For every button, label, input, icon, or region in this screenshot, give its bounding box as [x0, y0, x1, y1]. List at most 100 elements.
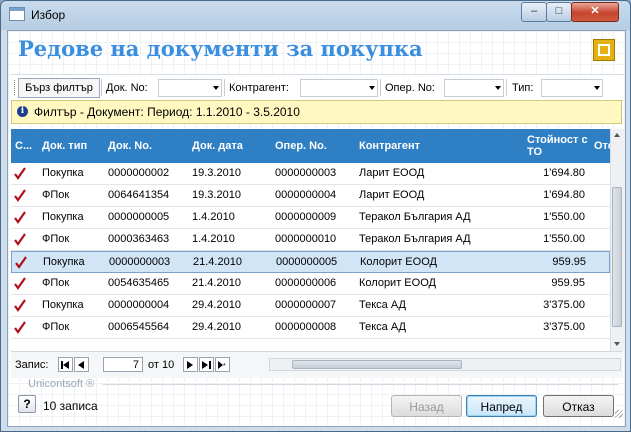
new-record-icon: *: [218, 361, 226, 369]
table-row[interactable]: ФПок 0064641354 19.3.2010 0000000004 Ларит Е…: [11, 185, 610, 207]
cell-op-no: 0000000007: [275, 299, 337, 311]
filter-toolbar: Бърз филтър Док. No: Контрагент: Опер. N…: [11, 74, 623, 101]
last-record-icon: [202, 361, 211, 369]
op-no-label: Опер. No:: [385, 82, 435, 94]
cell-op-no: 0000000009: [275, 211, 337, 223]
doc-no-combo[interactable]: [158, 79, 222, 97]
brand-label: Unicontsoft ®: [28, 378, 95, 390]
cell-doc-type: ФПок: [42, 189, 70, 201]
cell-doc-type: ФПок: [42, 233, 70, 245]
cell-doc-date: 21.4.2010: [192, 277, 241, 289]
cell-doc-type: ФПок: [42, 321, 70, 333]
last-record-button[interactable]: [199, 357, 214, 372]
cell-op-no: 0000000008: [275, 321, 337, 333]
cell-doc-type: Покупка: [42, 299, 84, 311]
filter-info-text: Филтър - Документ: Период: 1.1.2010 - 3.…: [34, 105, 300, 119]
help-icon: ?: [23, 397, 31, 411]
table-row[interactable]: ФПок 0054635465 21.4.2010 0000000006 Колорит…: [11, 273, 610, 295]
check-icon: [14, 299, 26, 312]
cell-op-no: 0000000010: [275, 233, 337, 245]
cancel-button[interactable]: Отказ: [543, 395, 614, 417]
back-button[interactable]: Назад: [391, 395, 462, 417]
chevron-down-icon: [495, 86, 501, 90]
table-row[interactable]: Покупка 0000000004 29.4.2010 0000000007 Текс…: [11, 295, 610, 317]
check-icon: [15, 256, 27, 269]
cell-doc-date: 19.3.2010: [192, 167, 241, 179]
scroll-up-icon[interactable]: [614, 133, 620, 137]
cell-doc-type: Покупка: [42, 167, 84, 179]
dialog-window: Избор – □ ✕ Редове на документи за покуп…: [0, 0, 631, 432]
cell-op-no: 0000000006: [275, 277, 337, 289]
next-button[interactable]: Напред: [466, 395, 537, 417]
cell-doc-date: 1.4.2010: [192, 211, 235, 223]
table-row[interactable]: Покупка 0000000002 19.3.2010 0000000003 Лари…: [11, 163, 610, 185]
column-header-value[interactable]: Стойност с ТО: [523, 129, 589, 163]
cell-op-no: 0000000004: [275, 189, 337, 201]
cell-op-no: 0000000005: [276, 256, 338, 268]
toolbar-separator: [506, 79, 507, 96]
document-lines-grid: С... Док. тип Док. No. Док. дата Опер. N…: [11, 129, 610, 351]
maximize-button[interactable]: □: [546, 2, 572, 22]
cell-doc-date: 19.3.2010: [192, 189, 241, 201]
next-record-icon: [187, 361, 193, 369]
cell-doc-date: 1.4.2010: [192, 233, 235, 245]
vertical-scroll-thumb[interactable]: [612, 187, 622, 327]
table-row[interactable]: ФПок 0006545564 29.4.2010 0000000008 Текса А…: [11, 317, 610, 339]
horizontal-scroll-thumb[interactable]: [292, 360, 462, 369]
resize-grip[interactable]: [615, 410, 623, 418]
column-header-op-no[interactable]: Опер. No.: [271, 129, 351, 163]
column-header-partner[interactable]: Контрагент: [355, 129, 521, 163]
column-header-doc-type[interactable]: Док. тип: [38, 129, 102, 163]
horizontal-scrollbar[interactable]: [269, 358, 621, 371]
window-title: Избор: [31, 8, 66, 22]
chevron-down-icon: [213, 86, 219, 90]
cell-doc-no: 0000000002: [108, 167, 170, 179]
cell-doc-date: 29.4.2010: [192, 321, 241, 333]
table-row[interactable]: Покупка 0000000003 21.4.2010 0000000005 Коло…: [11, 251, 610, 273]
check-icon: [14, 277, 26, 290]
op-no-combo[interactable]: [444, 79, 504, 97]
vertical-scrollbar[interactable]: [610, 129, 624, 351]
next-record-button[interactable]: [183, 357, 198, 372]
table-row[interactable]: ФПок 0000363463 1.4.2010 0000000010 Теракол …: [11, 229, 610, 251]
minimize-button[interactable]: –: [521, 2, 547, 22]
prev-record-icon: [78, 361, 84, 369]
current-record-input[interactable]: [103, 357, 143, 372]
cell-partner: Теракол България АД: [359, 233, 471, 245]
scroll-down-icon[interactable]: [614, 342, 620, 346]
prev-record-button[interactable]: [74, 357, 89, 372]
column-header-doc-no[interactable]: Док. No.: [104, 129, 186, 163]
svg-text:*: *: [223, 363, 226, 369]
help-button[interactable]: ?: [18, 395, 36, 413]
chevron-down-icon: [369, 86, 375, 90]
toolbar-grip[interactable]: [14, 80, 17, 95]
partner-label: Контрагент:: [229, 82, 289, 94]
cell-value: 1'550.00: [543, 233, 585, 245]
column-header-doc-date[interactable]: Док. дата: [188, 129, 268, 163]
record-count: 10 записа: [43, 399, 98, 413]
cell-partner: Колорит ЕООД: [359, 277, 436, 289]
cell-partner: Текса АД: [359, 321, 406, 333]
cell-value: 1'550.00: [543, 211, 585, 223]
window-icon: [9, 7, 25, 21]
cell-value: 3'375.00: [543, 299, 585, 311]
page-title: Редове на документи за покупка: [18, 36, 423, 61]
column-header-status[interactable]: С...: [11, 129, 33, 163]
toolbar-separator: [224, 79, 225, 96]
cell-doc-no: 0000000005: [108, 211, 170, 223]
cell-doc-no: 0054635465: [108, 277, 170, 289]
partner-combo[interactable]: [300, 79, 378, 97]
cell-doc-no: 0006545564: [108, 321, 170, 333]
title-bar[interactable]: Избор – □ ✕: [1, 1, 630, 29]
cell-doc-date: 29.4.2010: [192, 299, 241, 311]
cell-doc-no: 0000363463: [108, 233, 170, 245]
cell-value: 1'694.80: [543, 189, 585, 201]
table-row[interactable]: Покупка 0000000005 1.4.2010 0000000009 Терак…: [11, 207, 610, 229]
close-button[interactable]: ✕: [571, 2, 619, 22]
type-combo[interactable]: [541, 79, 603, 97]
record-total-label: от 10: [148, 359, 175, 371]
first-record-button[interactable]: [58, 357, 73, 372]
quick-filter-button[interactable]: Бърз филтър: [18, 78, 100, 98]
new-record-button[interactable]: *: [215, 357, 230, 372]
column-header-extra[interactable]: Отс: [590, 129, 610, 163]
